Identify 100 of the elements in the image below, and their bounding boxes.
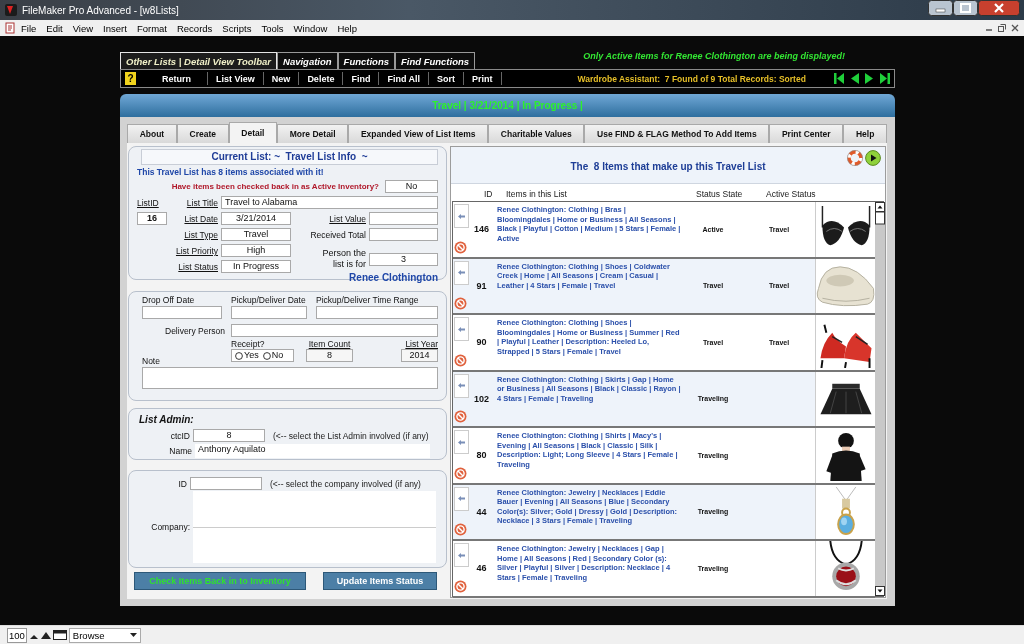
toolbar-tab[interactable]: Functions (337, 52, 395, 69)
text-field[interactable]: 8 (193, 429, 265, 442)
life-ring-icon[interactable] (847, 150, 863, 166)
field-label[interactable]: Item Count (306, 339, 353, 349)
text-field[interactable]: Anthony Aquilato (195, 444, 430, 458)
last-record-icon[interactable] (880, 73, 890, 84)
menu-item[interactable]: Help (332, 22, 362, 34)
field-label[interactable]: List Type (184, 230, 218, 240)
field-label[interactable]: List Priority (175, 246, 218, 256)
zoom-field[interactable]: 100 (7, 627, 27, 643)
minimize-button[interactable] (928, 0, 953, 16)
text-field[interactable] (231, 324, 438, 337)
radio-button[interactable]: No (262, 350, 284, 361)
no-sign-icon[interactable] (454, 353, 467, 367)
answer-field[interactable]: No (385, 180, 438, 193)
id-cell-text: 90 (475, 336, 488, 350)
tab[interactable]: Help (843, 124, 887, 143)
maximize-button[interactable] (953, 0, 978, 16)
arrow-button[interactable] (454, 317, 469, 341)
tab[interactable]: Detail (228, 122, 278, 143)
field-label[interactable]: List Title (186, 198, 218, 208)
play-icon[interactable] (865, 150, 881, 166)
arrow-button[interactable] (454, 260, 469, 285)
field-label[interactable]: List Year (401, 339, 438, 349)
radio-button[interactable]: Yes (235, 350, 259, 361)
close-button[interactable] (1010, 23, 1020, 33)
field-label[interactable]: List Value (329, 214, 366, 224)
arrow-button[interactable] (454, 373, 469, 398)
no-sign-icon[interactable] (454, 297, 467, 310)
text-field[interactable] (316, 306, 438, 319)
window-title: FileMaker Pro Advanced - [w8Lists] (22, 4, 179, 16)
toolbar-button[interactable]: Return (146, 72, 208, 85)
tab[interactable]: Create (176, 124, 229, 143)
text-field[interactable]: 8 (306, 349, 353, 362)
arrow-button[interactable] (454, 543, 469, 567)
toolbar-tab[interactable]: Find Functions (394, 52, 476, 69)
tab[interactable]: More Detail (277, 124, 349, 143)
toolbar-button[interactable]: Print (464, 72, 502, 85)
layout-icon[interactable] (52, 630, 67, 640)
text-field[interactable] (142, 306, 222, 319)
toolbar-tab[interactable]: Other Lists | Detail View Toolbar (120, 52, 277, 69)
section-heading: Current List: ~ Travel List Info ~ (141, 149, 438, 165)
no-sign-icon[interactable] (454, 523, 467, 536)
next-record-icon[interactable] (865, 73, 874, 84)
toolbar-button[interactable]: List View (208, 72, 264, 85)
tab[interactable]: Print Center (769, 124, 844, 143)
zoom-in-icon[interactable] (40, 630, 51, 640)
text-field[interactable]: High (221, 244, 291, 257)
menu-item[interactable]: File (16, 22, 42, 34)
field-label[interactable]: List Date (184, 214, 218, 224)
text-field[interactable] (190, 477, 262, 490)
note-field[interactable] (142, 367, 438, 389)
mode-dropdown[interactable]: Browse (68, 627, 141, 643)
tab[interactable]: Use FIND & FLAG Method To Add Items (584, 124, 770, 143)
scrollbar[interactable] (875, 202, 885, 596)
company-field[interactable] (193, 491, 436, 563)
text-field[interactable] (231, 306, 307, 319)
menu-item[interactable]: Scripts (217, 22, 257, 34)
tab[interactable]: Expanded View of List Items (348, 124, 489, 143)
first-record-icon[interactable] (834, 73, 844, 84)
no-sign-icon[interactable] (454, 579, 467, 593)
text-field[interactable]: 2014 (401, 349, 438, 362)
toolbar-button[interactable]: Delete (299, 72, 344, 85)
close-button[interactable] (978, 0, 1020, 16)
arrow-button[interactable] (454, 204, 469, 228)
items-note: This Travel List has 8 items associated with it! (137, 167, 325, 179)
no-sign-icon[interactable] (454, 410, 467, 423)
text-field[interactable] (369, 228, 438, 241)
tab[interactable]: Charitable Values (488, 124, 585, 143)
arrow-button[interactable] (454, 486, 469, 511)
text-field[interactable]: 3 (369, 252, 438, 266)
menu-item[interactable]: Window (288, 22, 333, 34)
restore-button[interactable] (997, 23, 1007, 33)
toolbar-button[interactable]: New (263, 72, 300, 85)
tab[interactable]: About (127, 124, 177, 143)
id-field[interactable]: 16 (137, 212, 167, 225)
toolbar-button[interactable]: Find All (379, 72, 430, 85)
text-field[interactable]: In Progress (221, 260, 291, 273)
text-field[interactable] (369, 212, 438, 225)
id-cell-text: 102 (473, 392, 490, 406)
action-button[interactable]: Update Items Status (323, 572, 437, 590)
text-field[interactable]: Travel to Alabama (221, 196, 438, 209)
menu-item[interactable]: Records (171, 22, 218, 34)
toolbar-tab[interactable]: Navigation (277, 52, 338, 69)
text-field[interactable]: Travel (221, 228, 291, 241)
menu-item[interactable]: View (67, 22, 99, 34)
menu-item[interactable]: Edit (41, 22, 68, 34)
menu-item[interactable]: Format (131, 22, 172, 34)
no-sign-icon[interactable] (454, 466, 467, 480)
text-field[interactable]: 3/21/2014 (221, 212, 291, 225)
help-button[interactable]: ? (125, 72, 136, 85)
field-label[interactable]: ListID (137, 198, 159, 208)
menu-item[interactable]: Insert (98, 22, 132, 34)
toolbar-button[interactable]: Sort (429, 72, 465, 85)
toolbar-button[interactable]: Find (343, 72, 380, 85)
field-label[interactable]: List Status (178, 262, 218, 272)
previous-record-icon[interactable] (850, 73, 859, 84)
menu-item[interactable]: Tools (256, 22, 289, 34)
no-sign-icon[interactable] (454, 240, 467, 254)
arrow-button[interactable] (454, 430, 469, 454)
